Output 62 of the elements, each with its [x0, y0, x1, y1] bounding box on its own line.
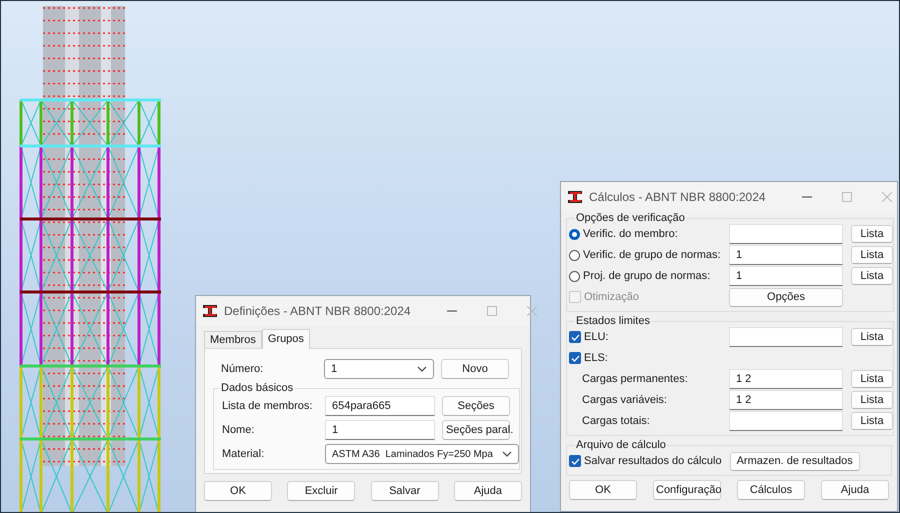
text-field[interactable] — [729, 224, 843, 244]
field-label: Cargas permanentes: — [582, 373, 688, 385]
list-button[interactable]: Lista — [851, 225, 893, 243]
option-label: Salvar resultados do cálculo — [584, 455, 722, 467]
checkbox[interactable] — [569, 352, 581, 364]
field-label: Cargas totais: — [582, 415, 650, 427]
radio-button[interactable] — [569, 250, 580, 260]
radio-button[interactable] — [569, 270, 580, 282]
beam-logo-icon — [567, 190, 583, 204]
dialog-button[interactable]: Configuração — [653, 480, 721, 500]
list-button[interactable]: Lista — [851, 246, 893, 264]
dropdown[interactable]: ASTM A36 Laminados Fy=250 Mpa — [325, 444, 519, 464]
sections-button[interactable]: Seções — [442, 396, 510, 416]
dialog-button[interactable]: Ajuda — [821, 480, 889, 500]
window-title: Cálculos - ABNT NBR 8800:2024 — [589, 190, 766, 204]
text-field[interactable] — [729, 411, 843, 431]
text-field[interactable]: 1 2 — [729, 390, 843, 410]
list-button[interactable]: Lista — [851, 412, 893, 430]
chevron-down-icon — [417, 366, 427, 372]
dialog-button[interactable]: Cálculos — [737, 480, 805, 500]
checkbox[interactable] — [569, 331, 581, 343]
dialog-button[interactable]: OK — [569, 480, 637, 500]
sections-button[interactable]: Seções paral. — [442, 420, 510, 440]
text-field[interactable] — [729, 327, 843, 347]
option-label: Proj. de grupo de normas: — [583, 270, 710, 282]
dropdown[interactable]: 1 — [324, 359, 434, 379]
option-label: Verific. de grupo de normas: — [583, 249, 721, 261]
window-title: Definições - ABNT NBR 8800:2024 — [224, 304, 411, 318]
dialog-button[interactable]: OK — [204, 481, 272, 501]
beam-logo-icon — [202, 304, 218, 318]
field-label: Lista de membros: — [222, 400, 314, 412]
dialog-button[interactable]: Excluir — [287, 481, 356, 501]
option-label: ELU: — [584, 331, 608, 343]
chevron-down-icon — [502, 451, 512, 457]
group-title: Estados limites — [575, 315, 651, 327]
option-label: Otimização — [584, 291, 640, 303]
text-field[interactable]: 1 2 — [729, 369, 843, 389]
field-label: Número: — [221, 363, 264, 375]
text-field[interactable]: 654para665 — [325, 396, 435, 416]
tab[interactable]: Grupos — [262, 329, 310, 349]
checkbox[interactable] — [569, 455, 581, 467]
list-button[interactable]: Lista — [851, 328, 893, 346]
dialog-button[interactable]: Salvar — [370, 481, 439, 501]
field-label: Material: — [222, 448, 266, 460]
tab[interactable]: Membros — [204, 331, 262, 348]
group-title: Dados básicos — [220, 382, 294, 394]
radio-button[interactable] — [569, 228, 580, 240]
group-title: Opções de verificação — [575, 212, 686, 224]
options-button[interactable]: Armazen. de resultados — [730, 452, 860, 470]
text-field[interactable]: 1 — [729, 245, 843, 265]
field-label: Nome: — [222, 424, 256, 436]
new-button[interactable]: Novo — [441, 359, 509, 379]
group-title: Arquivo de cálculo — [575, 439, 667, 451]
dialog-button[interactable]: Ajuda — [454, 481, 522, 501]
option-label: ELS: — [584, 352, 608, 364]
list-button[interactable]: Lista — [851, 370, 893, 388]
text-field[interactable]: 1 — [729, 266, 843, 286]
text-field[interactable]: 1 — [325, 420, 435, 440]
list-button[interactable]: Lista — [851, 391, 893, 409]
option-label: Verific. do membro: — [583, 228, 678, 240]
list-button[interactable]: Lista — [851, 267, 893, 285]
field-label: Cargas variáveis: — [582, 394, 667, 406]
